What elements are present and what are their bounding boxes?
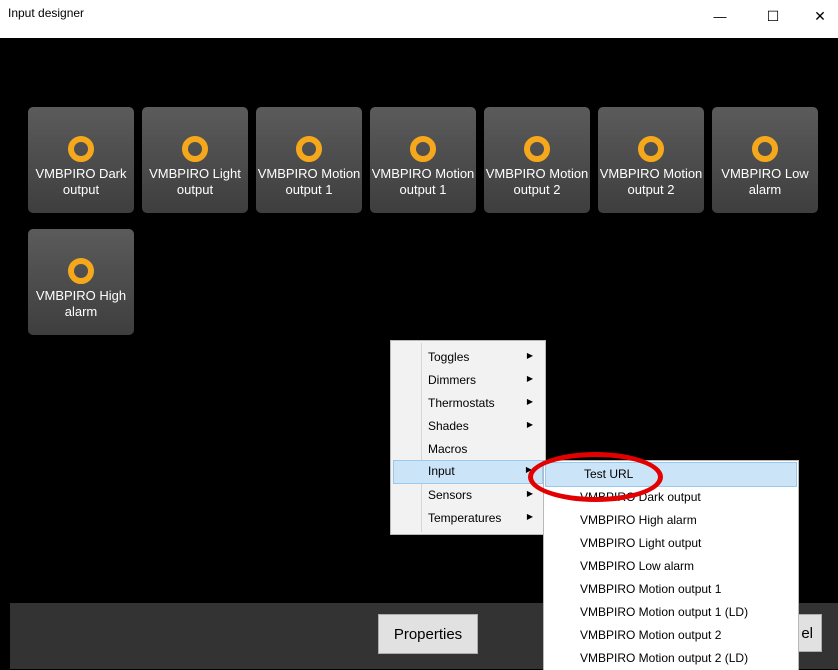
submenu-item[interactable]: VMBPIRO Motion output 1 (LD) <box>545 601 795 624</box>
window-title: Input designer <box>8 6 85 20</box>
menu-item-macros[interactable]: Macros <box>393 438 543 460</box>
menu-item-toggles[interactable]: Toggles ▶ <box>393 346 543 368</box>
menu-item-input[interactable]: Input ▶ <box>393 460 543 484</box>
minimize-icon: — <box>713 8 727 24</box>
input-tile[interactable]: VMBPIRO Motion output 2 <box>598 107 704 213</box>
properties-button[interactable]: Properties <box>378 614 478 654</box>
submenu-item-label: VMBPIRO High alarm <box>580 513 697 527</box>
highlight-annotation-circle <box>528 452 663 502</box>
minimize-button[interactable]: — <box>702 0 738 32</box>
submenu-item-label: VMBPIRO Motion output 1 (LD) <box>580 605 749 619</box>
title-bar: Input designer — ☐ ✕ <box>0 0 838 38</box>
menu-item-label: Temperatures <box>428 511 502 525</box>
menu-item-label: Sensors <box>428 488 473 502</box>
submenu-arrow-icon: ▶ <box>526 397 533 406</box>
maximize-icon: ☐ <box>766 7 780 24</box>
maximize-button[interactable]: ☐ <box>755 0 791 32</box>
input-tile[interactable]: VMBPIRO Low alarm <box>712 107 818 213</box>
menu-item-label: Macros <box>428 442 468 456</box>
input-indicator-icon <box>410 136 436 162</box>
menu-item-label: Shades <box>428 419 469 433</box>
input-tile[interactable]: VMBPIRO Motion output 1 <box>370 107 476 213</box>
submenu-item[interactable]: VMBPIRO Low alarm <box>545 555 795 578</box>
input-indicator-icon <box>752 136 778 162</box>
tile-label: VMBPIRO Dark output <box>35 166 127 197</box>
submenu-item[interactable]: VMBPIRO Motion output 1 <box>545 578 795 601</box>
submenu-item[interactable]: VMBPIRO Motion output 2 <box>545 624 795 647</box>
submenu-item-label: VMBPIRO Low alarm <box>580 559 695 573</box>
close-button[interactable]: ✕ <box>802 0 838 32</box>
tile-label: VMBPIRO Light output <box>149 166 241 197</box>
menu-item-shades[interactable]: Shades ▶ <box>393 415 543 437</box>
menu-item-thermostats[interactable]: Thermostats ▶ <box>393 392 543 414</box>
tile-label: VMBPIRO Motion output 1 <box>257 166 361 197</box>
tile-label: VMBPIRO Motion output 1 <box>371 166 475 197</box>
input-tile[interactable]: VMBPIRO Motion output 2 <box>484 107 590 213</box>
submenu-item[interactable]: VMBPIRO High alarm <box>545 509 795 532</box>
input-indicator-icon <box>182 136 208 162</box>
input-indicator-icon <box>296 136 322 162</box>
context-menu: Toggles ▶ Dimmers ▶ Thermostats ▶ Shades… <box>390 340 546 535</box>
menu-item-label: Input <box>428 464 455 478</box>
menu-item-label: Toggles <box>428 350 470 364</box>
menu-item-dimmers[interactable]: Dimmers ▶ <box>393 369 543 391</box>
submenu-item-label: VMBPIRO Light output <box>580 536 702 550</box>
submenu-item-label: VMBPIRO Motion output 2 (LD) <box>580 651 749 665</box>
menu-item-temperatures[interactable]: Temperatures ▶ <box>393 507 543 529</box>
tile-label: VMBPIRO Motion output 2 <box>485 166 589 197</box>
submenu-arrow-icon: ▶ <box>526 420 533 429</box>
input-indicator-icon <box>68 258 94 284</box>
tile-label: VMBPIRO Motion output 2 <box>599 166 703 197</box>
submenu-item-label: VMBPIRO Motion output 1 <box>580 582 722 596</box>
input-tile[interactable]: VMBPIRO Motion output 1 <box>256 107 362 213</box>
input-tile[interactable]: VMBPIRO Light output <box>142 107 248 213</box>
submenu-arrow-icon: ▶ <box>526 512 533 521</box>
close-icon: ✕ <box>814 7 826 24</box>
input-indicator-icon <box>524 136 550 162</box>
menu-item-label: Dimmers <box>428 373 476 387</box>
input-tile[interactable]: VMBPIRO Dark output <box>28 107 134 213</box>
input-tile[interactable]: VMBPIRO High alarm <box>28 229 134 335</box>
menu-item-sensors[interactable]: Sensors ▶ <box>393 484 543 506</box>
input-indicator-icon <box>638 136 664 162</box>
input-indicator-icon <box>68 136 94 162</box>
submenu-item[interactable]: VMBPIRO Motion output 2 (LD) <box>545 647 795 670</box>
submenu-arrow-icon: ▶ <box>526 351 533 360</box>
menu-item-label: Thermostats <box>428 396 495 410</box>
submenu-item-label: VMBPIRO Motion output 2 <box>580 628 722 642</box>
submenu-arrow-icon: ▶ <box>526 374 533 383</box>
submenu-arrow-icon: ▶ <box>526 489 533 498</box>
tile-label: VMBPIRO High alarm <box>35 288 127 319</box>
submenu-item[interactable]: VMBPIRO Light output <box>545 532 795 555</box>
tile-label: VMBPIRO Low alarm <box>721 166 809 197</box>
